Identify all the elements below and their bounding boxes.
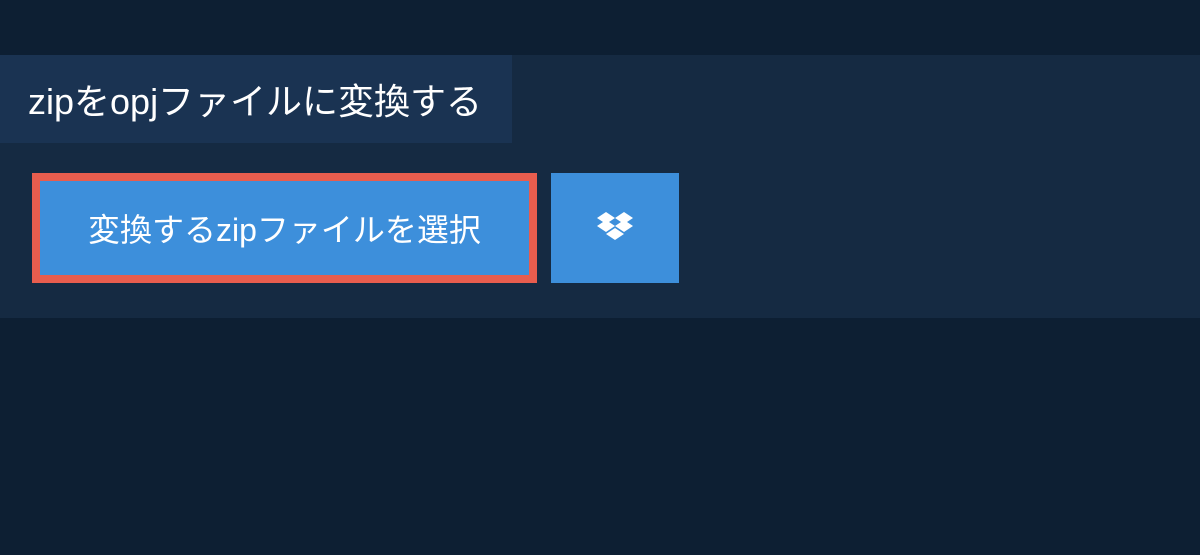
dropbox-icon	[597, 212, 633, 244]
dropbox-button[interactable]	[551, 173, 679, 283]
button-row: 変換するzipファイルを選択	[32, 173, 1200, 283]
page-title: zipをopjファイルに変換する	[0, 55, 512, 143]
conversion-panel: zipをopjファイルに変換する 変換するzipファイルを選択	[0, 55, 1200, 318]
select-file-label: 変換するzipファイルを選択	[88, 205, 481, 251]
select-file-button[interactable]: 変換するzipファイルを選択	[32, 173, 537, 283]
